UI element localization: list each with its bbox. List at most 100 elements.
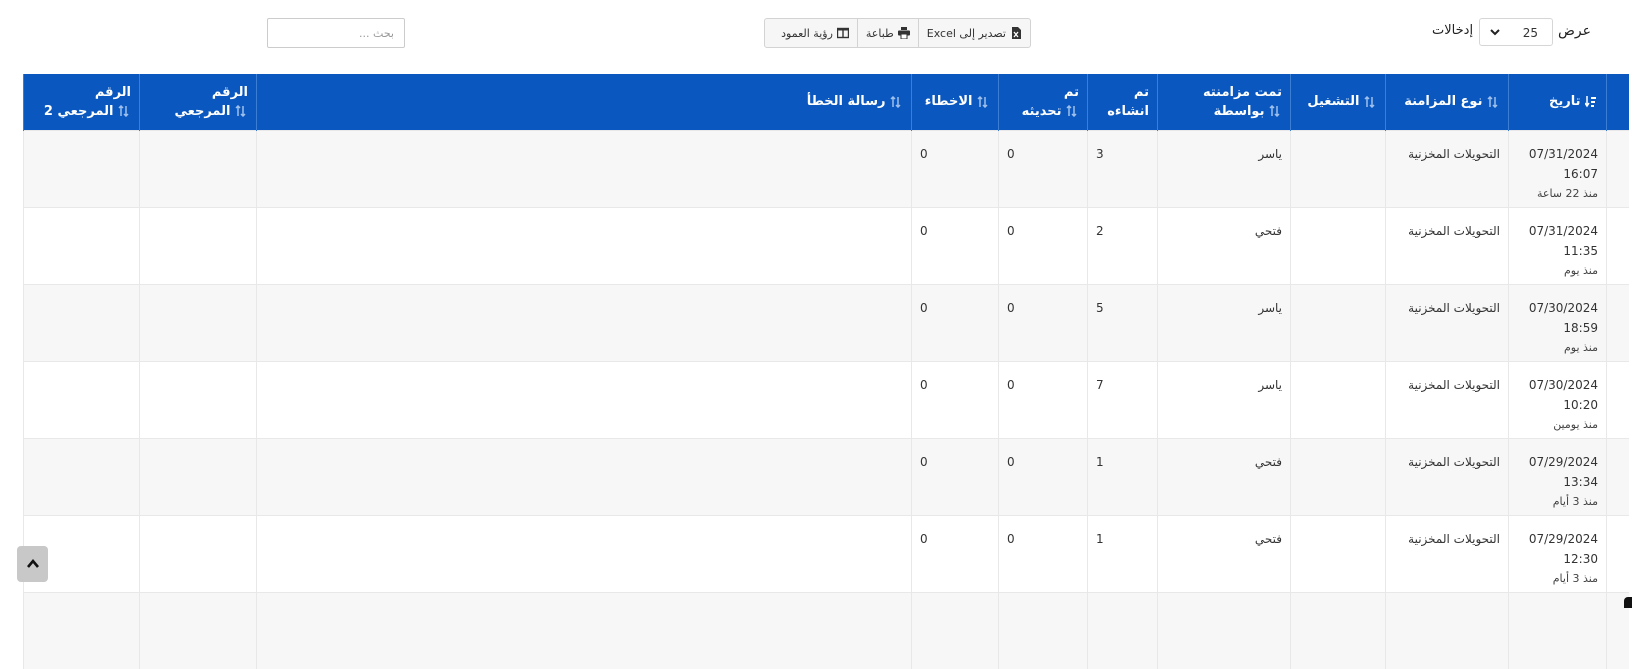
column-header-ref2[interactable]: الرقم المرجعي 2 [23, 74, 140, 130]
column-visibility-button[interactable]: رؤية العمود [773, 19, 858, 47]
cell-updated: 0 [998, 283, 1088, 361]
cell-sync-type: التحويلات المخزنية [1385, 206, 1509, 284]
sort-icon [1066, 105, 1077, 118]
table-row: 07/31/2024 11:35 منذ يوم التحويلات المخزنية… [23, 206, 1629, 284]
export-excel-button[interactable]: تصدير إلى Excel [919, 19, 1030, 47]
sync-log-table: تاريخ نوع المزامنة التشغيل تمت مزامنته ب… [23, 74, 1629, 669]
date-value: 07/30/2024 [1528, 300, 1598, 315]
table-row: 07/31/2024 16:07 منذ 22 ساعة التحويلات المخ… [23, 129, 1629, 207]
columns-icon [836, 27, 849, 39]
column-header-label-line2: المرجعي 2 [43, 103, 114, 119]
empty-cell [1385, 591, 1509, 669]
empty-cell [1157, 591, 1291, 669]
header-control-cell [1606, 74, 1629, 130]
chevron-up-icon [26, 558, 39, 568]
column-header-created[interactable]: تم انشاءه [1087, 74, 1158, 130]
time-value: 13:34 [1563, 474, 1598, 489]
cell-sync-type: التحويلات المخزنية [1385, 129, 1509, 207]
cell-synced-by: ياسر [1157, 360, 1291, 438]
column-header-date[interactable]: تاريخ [1508, 74, 1607, 130]
time-value: 18:59 [1563, 320, 1598, 335]
cell-date: 07/29/2024 12:30 منذ 3 أيام [1508, 514, 1607, 592]
cell-run [1290, 514, 1386, 592]
sort-icon [118, 105, 129, 118]
relative-time: منذ يومين [1553, 417, 1598, 431]
chevron-down-icon [1490, 29, 1500, 36]
cell-errors: 0 [911, 514, 999, 592]
sort-icon [235, 105, 246, 118]
column-header-label: تاريخ [1548, 94, 1581, 110]
date-value: 07/31/2024 [1528, 146, 1598, 161]
date-value: 07/29/2024 [1528, 531, 1598, 546]
row-control-cell [1606, 514, 1629, 592]
cell-updated: 0 [998, 514, 1088, 592]
column-header-label: تم [1063, 84, 1079, 100]
entries-value: 25 [1522, 26, 1538, 40]
cell-ref [139, 129, 257, 207]
column-header-label-line2: المرجعي [174, 103, 231, 119]
column-header-label: التشغيل [1307, 94, 1360, 110]
column-header-synced-by[interactable]: تمت مزامنته بواسطة [1157, 74, 1291, 130]
cell-run [1290, 206, 1386, 284]
column-header-sync-type[interactable]: نوع المزامنة [1385, 74, 1509, 130]
column-header-label-line2: تحديثه [1021, 103, 1062, 119]
cell-synced-by: فتحي [1157, 206, 1291, 284]
cell-errors: 0 [911, 283, 999, 361]
column-header-run[interactable]: التشغيل [1290, 74, 1386, 130]
column-header-label-line2: انشاءه [1107, 103, 1149, 119]
column-header-label: رسالة الخطأ [806, 94, 886, 110]
cell-date: 07/29/2024 13:34 منذ 3 أيام [1508, 437, 1607, 515]
cell-created: 7 [1087, 360, 1158, 438]
cell-synced-by: ياسر [1157, 129, 1291, 207]
print-button[interactable]: طباعة [858, 19, 919, 47]
cell-sync-type: التحويلات المخزنية [1385, 283, 1509, 361]
relative-time: منذ 22 ساعة [1536, 186, 1598, 200]
cell-updated: 0 [998, 129, 1088, 207]
column-header-label-line2: بواسطة [1213, 103, 1265, 119]
cell-ref [139, 360, 257, 438]
cell-errors: 0 [911, 206, 999, 284]
column-header-updated[interactable]: تم تحديثه [998, 74, 1088, 130]
scroll-to-top-button[interactable] [17, 546, 48, 582]
time-value: 10:20 [1563, 397, 1598, 412]
cell-date: 07/31/2024 16:07 منذ 22 ساعة [1508, 129, 1607, 207]
column-header-errors[interactable]: الاخطاء [911, 74, 999, 130]
column-header-error-message[interactable]: رسالة الخطأ [256, 74, 912, 130]
cell-created: 5 [1087, 283, 1158, 361]
cell-sync-type: التحويلات المخزنية [1385, 360, 1509, 438]
empty-cell [139, 591, 257, 669]
relative-time: منذ 3 أيام [1552, 494, 1598, 508]
cell-error-msg [256, 514, 912, 592]
table-body: 07/31/2024 16:07 منذ 22 ساعة التحويلات المخ… [23, 129, 1629, 669]
table-header-row: تاريخ نوع المزامنة التشغيل تمت مزامنته ب… [23, 74, 1629, 130]
cell-synced-by: فتحي [1157, 437, 1291, 515]
cell-created: 1 [1087, 514, 1158, 592]
excel-file-icon [1012, 27, 1021, 39]
cell-ref2 [23, 283, 140, 361]
column-header-ref[interactable]: الرقم المرجعي [139, 74, 257, 130]
table-row-partial [23, 591, 1629, 669]
entries-label: إدخالات [1432, 23, 1474, 38]
sort-active-icon [1585, 95, 1596, 108]
date-value: 07/30/2024 [1528, 377, 1598, 392]
row-control-cell [1606, 206, 1629, 284]
table-row: 07/30/2024 18:59 منذ يوم التحويلات المخزنية… [23, 283, 1629, 361]
cell-run [1290, 283, 1386, 361]
empty-cell [1290, 591, 1386, 669]
empty-cell [23, 591, 140, 669]
cell-ref2 [23, 437, 140, 515]
cell-error-msg [256, 283, 912, 361]
column-header-label: تمت مزامنته [1202, 84, 1282, 100]
search-input[interactable] [267, 18, 405, 48]
cell-errors: 0 [911, 437, 999, 515]
show-label: عرض [1558, 23, 1592, 39]
time-value: 11:35 [1563, 243, 1598, 258]
export-button-group: تصدير إلى Excel طباعة رؤية العمود [764, 18, 1031, 48]
cell-run [1290, 360, 1386, 438]
entries-per-page-select[interactable]: 25 [1479, 18, 1553, 46]
relative-time: منذ 3 أيام [1552, 571, 1598, 585]
table-row: 07/29/2024 12:30 منذ 3 أيام التحويلات المخز… [23, 514, 1629, 592]
column-header-label: تم [1133, 84, 1149, 100]
row-control-cell [1606, 129, 1629, 207]
cell-updated: 0 [998, 360, 1088, 438]
